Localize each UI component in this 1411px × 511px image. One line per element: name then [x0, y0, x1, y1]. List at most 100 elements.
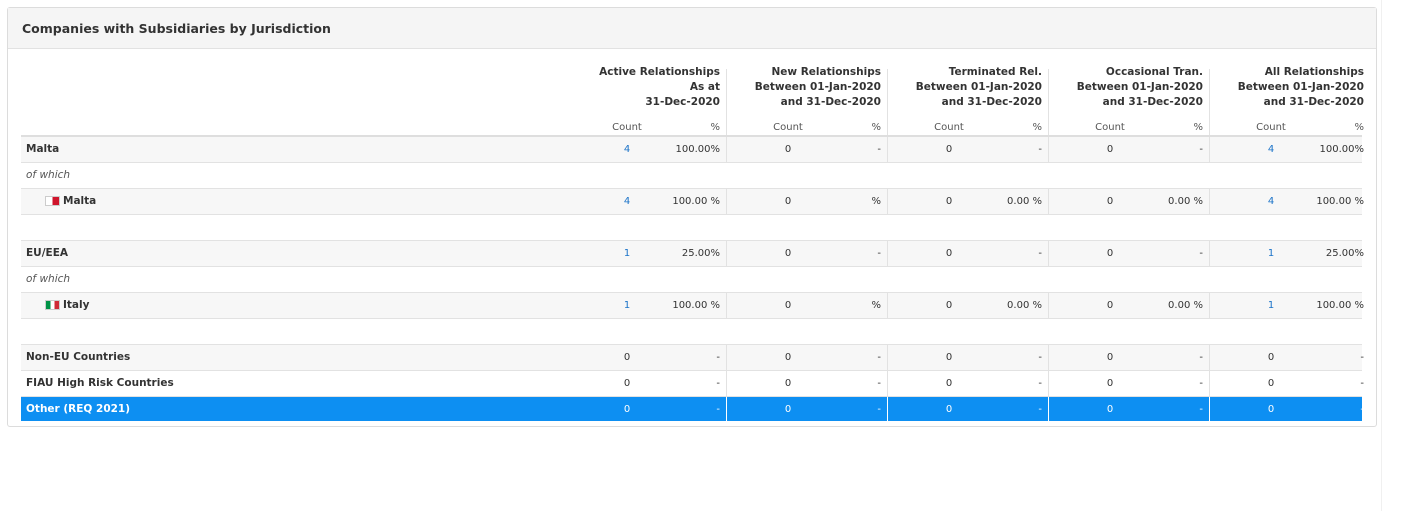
- country-label: Malta: [45, 195, 96, 207]
- count-subheader: Count: [612, 122, 642, 133]
- count-cell: 0: [1267, 404, 1275, 415]
- column-title-line: Terminated Rel.: [948, 66, 1042, 78]
- column-group-5: All Relationships Between 01-Jan-2020 and …: [1209, 57, 1370, 135]
- percent-cell: -: [877, 404, 881, 415]
- row-label: Malta: [26, 143, 60, 155]
- table-row-malta[interactable]: Malta 4 100.00% 0 - 0 - 0 - 4 100.00%: [21, 137, 1365, 163]
- count-cell[interactable]: 1: [1253, 300, 1289, 311]
- column-title-line: Occasional Tran.: [1105, 66, 1203, 78]
- count-cell[interactable]: 4: [1253, 196, 1289, 207]
- percent-cell: 100.00 %: [672, 196, 720, 207]
- cell-divider: [1048, 241, 1049, 266]
- percent-subheader: %: [871, 122, 881, 133]
- count-cell[interactable]: 4: [609, 144, 645, 155]
- column-group-1: Active Relationships As at 31-Dec-2020 Coun…: [565, 57, 726, 135]
- cell-divider: [887, 397, 888, 421]
- cell-divider: [726, 241, 727, 266]
- cell-divider: [1048, 137, 1049, 162]
- column-title-line: As at: [689, 81, 720, 93]
- count-cell[interactable]: 1: [609, 248, 645, 259]
- cell-divider: [887, 345, 888, 370]
- count-cell: 0: [945, 378, 953, 389]
- percent-subheader: %: [1193, 122, 1203, 133]
- column-title-line: All Relationships: [1264, 66, 1364, 78]
- count-cell: 0: [784, 404, 792, 415]
- percent-cell: 0.00 %: [1168, 196, 1203, 207]
- count-cell: 0: [1106, 404, 1114, 415]
- count-cell: 0: [945, 352, 953, 363]
- percent-cell: 0.00 %: [1007, 196, 1042, 207]
- percent-cell: -: [716, 404, 720, 415]
- table-row-other-req-2021[interactable]: Other (REQ 2021) 0 - 0 - 0 - 0 - 0 -: [21, 397, 1364, 421]
- row-label: Non-EU Countries: [26, 351, 131, 363]
- percent-cell: -: [1360, 404, 1364, 415]
- table-row-fiau-high-risk-countries[interactable]: FIAU High Risk Countries 0 - 0 - 0 - 0 - 0 -: [21, 371, 1364, 397]
- count-cell: 0: [945, 196, 953, 207]
- malta-flag-icon: [45, 196, 60, 206]
- percent-cell: -: [1199, 248, 1203, 259]
- cell-divider: [887, 371, 888, 396]
- column-title: New Relationships Between 01-Jan-2020 and …: [755, 65, 881, 110]
- column-title-line: New Relationships: [771, 66, 881, 78]
- count-cell: 0: [784, 300, 792, 311]
- percent-cell: -: [1199, 144, 1203, 155]
- percent-cell: -: [1360, 378, 1364, 389]
- of-which-row: of which: [21, 163, 1362, 189]
- cell-divider: [726, 293, 727, 318]
- country-label: Italy: [45, 299, 89, 311]
- count-cell: 0: [1106, 196, 1114, 207]
- count-subheader: Count: [773, 122, 803, 133]
- of-which-label: of which: [26, 273, 71, 285]
- column-divider: [887, 69, 888, 135]
- percent-cell: -: [1038, 352, 1042, 363]
- percent-cell: -: [877, 248, 881, 259]
- percent-subheader: %: [1032, 122, 1042, 133]
- table-row-eu-eea[interactable]: EU/EEA 1 25.00% 0 - 0 - 0 - 1 25.00%: [21, 241, 1364, 267]
- count-cell[interactable]: 1: [609, 300, 645, 311]
- cell-divider: [887, 189, 888, 214]
- cell-divider: [726, 189, 727, 214]
- table-row-italy[interactable]: Italy 1 100.00 % 0% 0 0.00 % 0 0.00 % 1 100.00 %: [21, 293, 1364, 319]
- count-cell: 0: [1106, 378, 1114, 389]
- count-subheader: Count: [934, 122, 964, 133]
- percent-cell: -: [877, 378, 881, 389]
- cell-divider: [887, 293, 888, 318]
- percent-cell: 100.00%: [1319, 144, 1365, 155]
- count-cell[interactable]: 4: [609, 196, 645, 207]
- cell-divider: [1048, 397, 1049, 421]
- count-cell[interactable]: 1: [1253, 248, 1289, 259]
- cell-divider: [1209, 371, 1210, 396]
- spacer-row: [21, 319, 1362, 345]
- percent-cell: -: [1038, 248, 1042, 259]
- percent-cell: 100.00 %: [1316, 300, 1364, 311]
- cell-divider: [726, 371, 727, 396]
- column-title-line: and 31-Dec-2020: [1263, 96, 1364, 108]
- row-label: EU/EEA: [26, 247, 69, 259]
- column-title-line: Between 01-Jan-2020: [1237, 81, 1364, 93]
- row-label: Other (REQ 2021): [26, 403, 131, 415]
- column-group-2: New Relationships Between 01-Jan-2020 and …: [726, 57, 887, 135]
- cell-divider: [726, 345, 727, 370]
- percent-cell: -: [716, 352, 720, 363]
- page-scroll-edge: [1381, 0, 1411, 511]
- cell-divider: [1209, 137, 1210, 162]
- percent-cell: -: [1038, 378, 1042, 389]
- count-cell: 0: [1106, 144, 1114, 155]
- count-cell: 0: [945, 248, 953, 259]
- percent-cell: %: [871, 196, 881, 207]
- count-cell: 0: [784, 144, 792, 155]
- table-row-malta[interactable]: Malta 4 100.00 % 0% 0 0.00 % 0 0.00 % 4 100.00 %: [21, 189, 1364, 215]
- cell-divider: [1048, 371, 1049, 396]
- cell-divider: [887, 241, 888, 266]
- count-cell[interactable]: 4: [1253, 144, 1289, 155]
- cell-divider: [726, 137, 727, 162]
- percent-cell: -: [1199, 404, 1203, 415]
- table-row-non-eu-countries[interactable]: Non-EU Countries 0 - 0 - 0 - 0 - 0 -: [21, 345, 1364, 371]
- percent-cell: 25.00%: [1325, 248, 1364, 259]
- percent-cell: -: [1038, 404, 1042, 415]
- column-divider: [726, 69, 727, 135]
- column-title-line: and 31-Dec-2020: [941, 96, 1042, 108]
- column-group-4: Occasional Tran. Between 01-Jan-2020 and 3…: [1048, 57, 1209, 135]
- percent-cell: %: [871, 300, 881, 311]
- percent-cell: 100.00 %: [1316, 196, 1364, 207]
